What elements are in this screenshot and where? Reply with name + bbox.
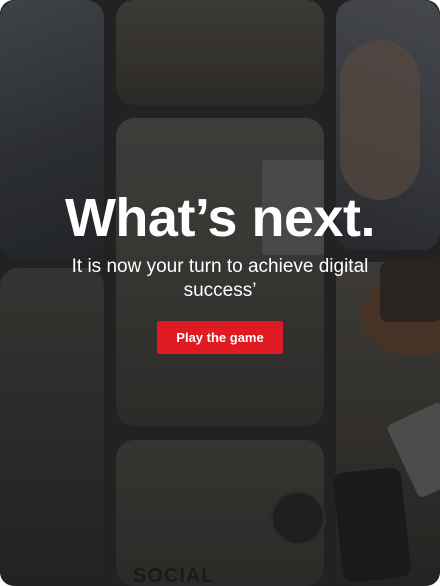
hero-screen: SOCIAL What’s next. It is now your turn … [0,0,440,586]
hero-headline: What’s next. [64,188,376,248]
play-the-game-button[interactable]: Play the game [157,321,283,354]
hero-subtitle: It is now your turn to achieve digital s… [71,256,369,301]
